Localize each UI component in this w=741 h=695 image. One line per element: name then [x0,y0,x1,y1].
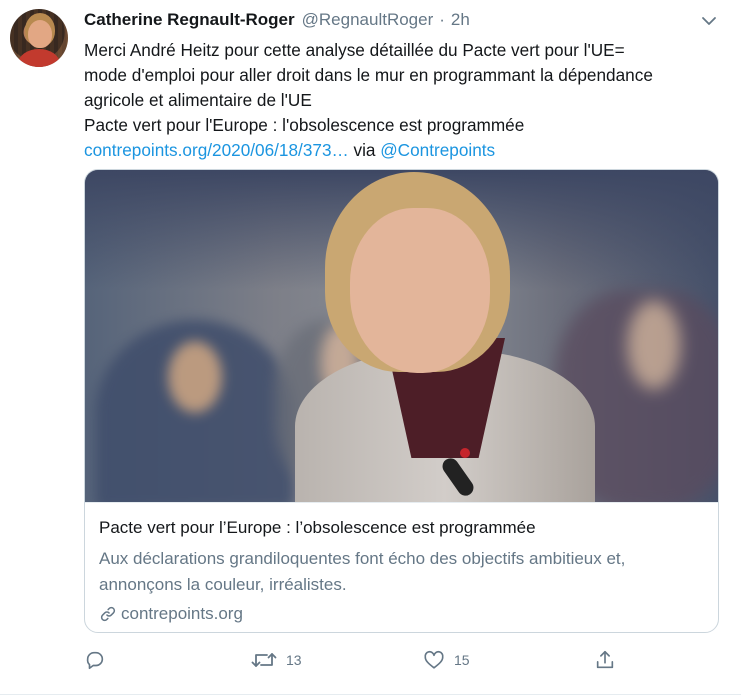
mention-link[interactable]: @Contrepoints [380,140,495,160]
tweet-timestamp[interactable]: 2h [451,10,470,30]
separator-dot: · [439,10,445,29]
chevron-down-icon [702,17,716,25]
tweet-text-line: agricole et alimentaire de l'UE [84,90,312,110]
card-domain-text: contrepoints.org [121,604,243,623]
card-description-line: annonçons la couleur, irréalistes. [99,575,347,594]
share-icon [596,650,614,669]
like-button[interactable]: 15 [423,648,470,672]
image-background-figure [95,320,295,502]
tweet-text-line: mode d'emploi pour aller droit dans le m… [84,65,653,85]
image-speaker-face [350,208,490,373]
reply-button[interactable] [84,648,115,672]
retweet-button[interactable]: 13 [251,648,302,672]
article-link[interactable]: contrepoints.org/2020/06/18/373… [84,140,349,160]
card-domain: contrepoints.org [99,604,704,624]
tweet-text: Merci André Heitz pour cette analyse dét… [84,38,724,163]
tweet-text-line: Merci André Heitz pour cette analyse dét… [84,40,625,60]
card-description-line: Aux déclarations grandiloquentes font éc… [99,549,626,568]
tweet-text-line: Pacte vert pour l'Europe : l'obsolescenc… [84,115,525,135]
avatar[interactable] [10,9,68,67]
card-title: Pacte vert pour l’Europe : l’obsolescenc… [99,518,536,537]
avatar-face [28,20,52,48]
more-options-button[interactable] [699,11,719,31]
retweet-icon [251,653,277,667]
retweet-count: 13 [286,652,302,668]
like-count: 15 [454,652,470,668]
reply-icon [86,651,104,670]
image-microphone-light [460,448,470,458]
heart-icon [424,651,444,669]
card-image[interactable] [85,170,718,502]
link-preview-card[interactable]: Pacte vert pour l’Europe : l’obsolescenc… [84,169,719,633]
tweet-actions: 13 15 [84,648,624,672]
tweet-link-line: contrepoints.org/2020/06/18/373… via @Co… [84,138,724,163]
tweet-header: Catherine Regnault-Roger @RegnaultRoger … [84,9,725,31]
link-icon [100,606,116,622]
via-text: via [353,140,376,160]
tweet[interactable]: Catherine Regnault-Roger @RegnaultRoger … [0,0,741,695]
author-handle[interactable]: @RegnaultRoger [302,10,434,30]
author-name[interactable]: Catherine Regnault-Roger [84,10,295,30]
card-description: Aux déclarations grandiloquentes font éc… [99,546,704,598]
card-body: Pacte vert pour l’Europe : l’obsolescenc… [85,502,718,624]
share-button[interactable] [594,648,616,672]
